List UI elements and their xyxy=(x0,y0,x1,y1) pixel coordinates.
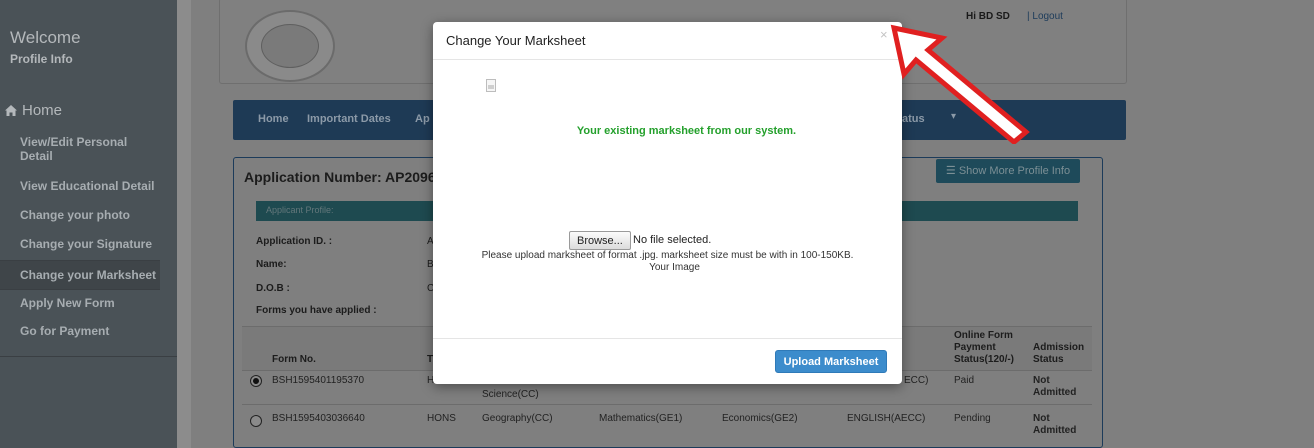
admission-cell: Not Admitted xyxy=(1033,375,1077,398)
home-icon xyxy=(5,105,17,116)
upload-marksheet-button[interactable]: Upload Marksheet xyxy=(775,350,887,373)
sidebar-item-apply-new-form[interactable]: Apply New Form xyxy=(10,296,170,310)
list-icon: ☰ xyxy=(945,165,956,177)
type-cell: HONS xyxy=(427,413,456,424)
sidebar-item-change-marksheet[interactable]: Change your Marksheet xyxy=(0,260,160,290)
header-admission-status: Admission Status xyxy=(1033,342,1085,365)
upload-instructions: Please upload marksheet of format .jpg. … xyxy=(481,250,854,261)
broken-image-icon xyxy=(486,79,496,92)
close-icon[interactable]: × xyxy=(880,28,888,41)
existing-marksheet-text: Your existing marksheet from our system. xyxy=(576,125,797,137)
sidebar-divider xyxy=(0,356,177,357)
payment-cell: Paid xyxy=(954,375,975,386)
no-file-selected-text: No file selected. xyxy=(633,234,712,246)
payment-cell: Pending xyxy=(954,413,991,424)
nav-home[interactable]: Home xyxy=(258,113,289,125)
subject1-cell: Geography(CC) xyxy=(482,413,553,424)
application-number-title: Application Number: AP2096 xyxy=(244,169,436,185)
college-logo xyxy=(245,10,335,82)
college-seal-icon xyxy=(261,24,319,68)
subject1-cell: Science(CC) xyxy=(482,389,539,400)
application-id-label: Application ID. : xyxy=(256,236,333,247)
subject4-cell: ENGLISH(AECC) xyxy=(847,413,926,424)
sidebar-welcome: Welcome xyxy=(10,28,81,47)
sidebar-profile-info-link[interactable]: Profile Info xyxy=(10,52,73,66)
admission-cell: Not Admitted xyxy=(1033,413,1077,436)
your-image-label: Your Image xyxy=(649,262,700,273)
header-form-no: Form No. xyxy=(272,354,316,365)
show-more-label: Show More Profile Info xyxy=(958,165,1071,177)
change-marksheet-modal: Change Your Marksheet × Your existing ma… xyxy=(433,22,902,384)
dob-label: D.O.B : xyxy=(256,283,290,294)
subject2-cell: Mathematics(GE1) xyxy=(599,413,683,424)
red-arrow-icon xyxy=(890,24,1030,144)
modal-header-divider xyxy=(433,59,902,60)
sidebar-item-go-for-payment[interactable]: Go for Payment xyxy=(10,324,170,338)
sidebar: Welcome Profile Info Home View/Edit Pers… xyxy=(0,0,177,448)
modal-footer-divider xyxy=(433,338,902,339)
nav-important-dates[interactable]: Important Dates xyxy=(307,113,391,125)
subject3-cell: Economics(GE2) xyxy=(722,413,798,424)
forms-applied-label: Forms you have applied : xyxy=(256,305,377,316)
browse-button[interactable]: Browse... xyxy=(569,231,631,250)
name-label: Name: xyxy=(256,259,287,270)
content-gutter xyxy=(177,0,191,448)
applicant-profile-label: Applicant Profile: xyxy=(266,205,334,215)
logout-link[interactable]: | Logout xyxy=(1027,11,1063,22)
sidebar-item-change-signature[interactable]: Change your Signature xyxy=(10,237,170,251)
form-no-cell: BSH1595403036640 xyxy=(272,413,365,424)
sidebar-home-link[interactable]: Home xyxy=(4,102,62,119)
sidebar-home-label: Home xyxy=(22,102,63,119)
show-more-profile-button[interactable]: ☰ Show More Profile Info xyxy=(936,159,1080,183)
form-no-cell: BSH1595401195370 xyxy=(272,375,365,386)
user-greeting: Hi BD SD xyxy=(966,11,1010,22)
nav-ap-partial[interactable]: Ap xyxy=(415,113,430,125)
sidebar-item-view-edit-personal-detail[interactable]: View/Edit Personal Detail xyxy=(10,135,150,163)
table-row[interactable]: BSH1595403036640 HONS Geography(CC) Math… xyxy=(242,404,1092,438)
subject4-cell: ECC) xyxy=(904,375,929,386)
select-radio[interactable] xyxy=(250,375,262,387)
select-radio[interactable] xyxy=(250,415,262,427)
modal-title: Change Your Marksheet xyxy=(446,33,586,48)
sidebar-item-change-photo[interactable]: Change your photo xyxy=(10,208,170,222)
sidebar-item-view-educational-detail[interactable]: View Educational Detail xyxy=(10,179,170,193)
header-online-payment: Online Form Payment Status(120/-) xyxy=(954,330,1015,365)
